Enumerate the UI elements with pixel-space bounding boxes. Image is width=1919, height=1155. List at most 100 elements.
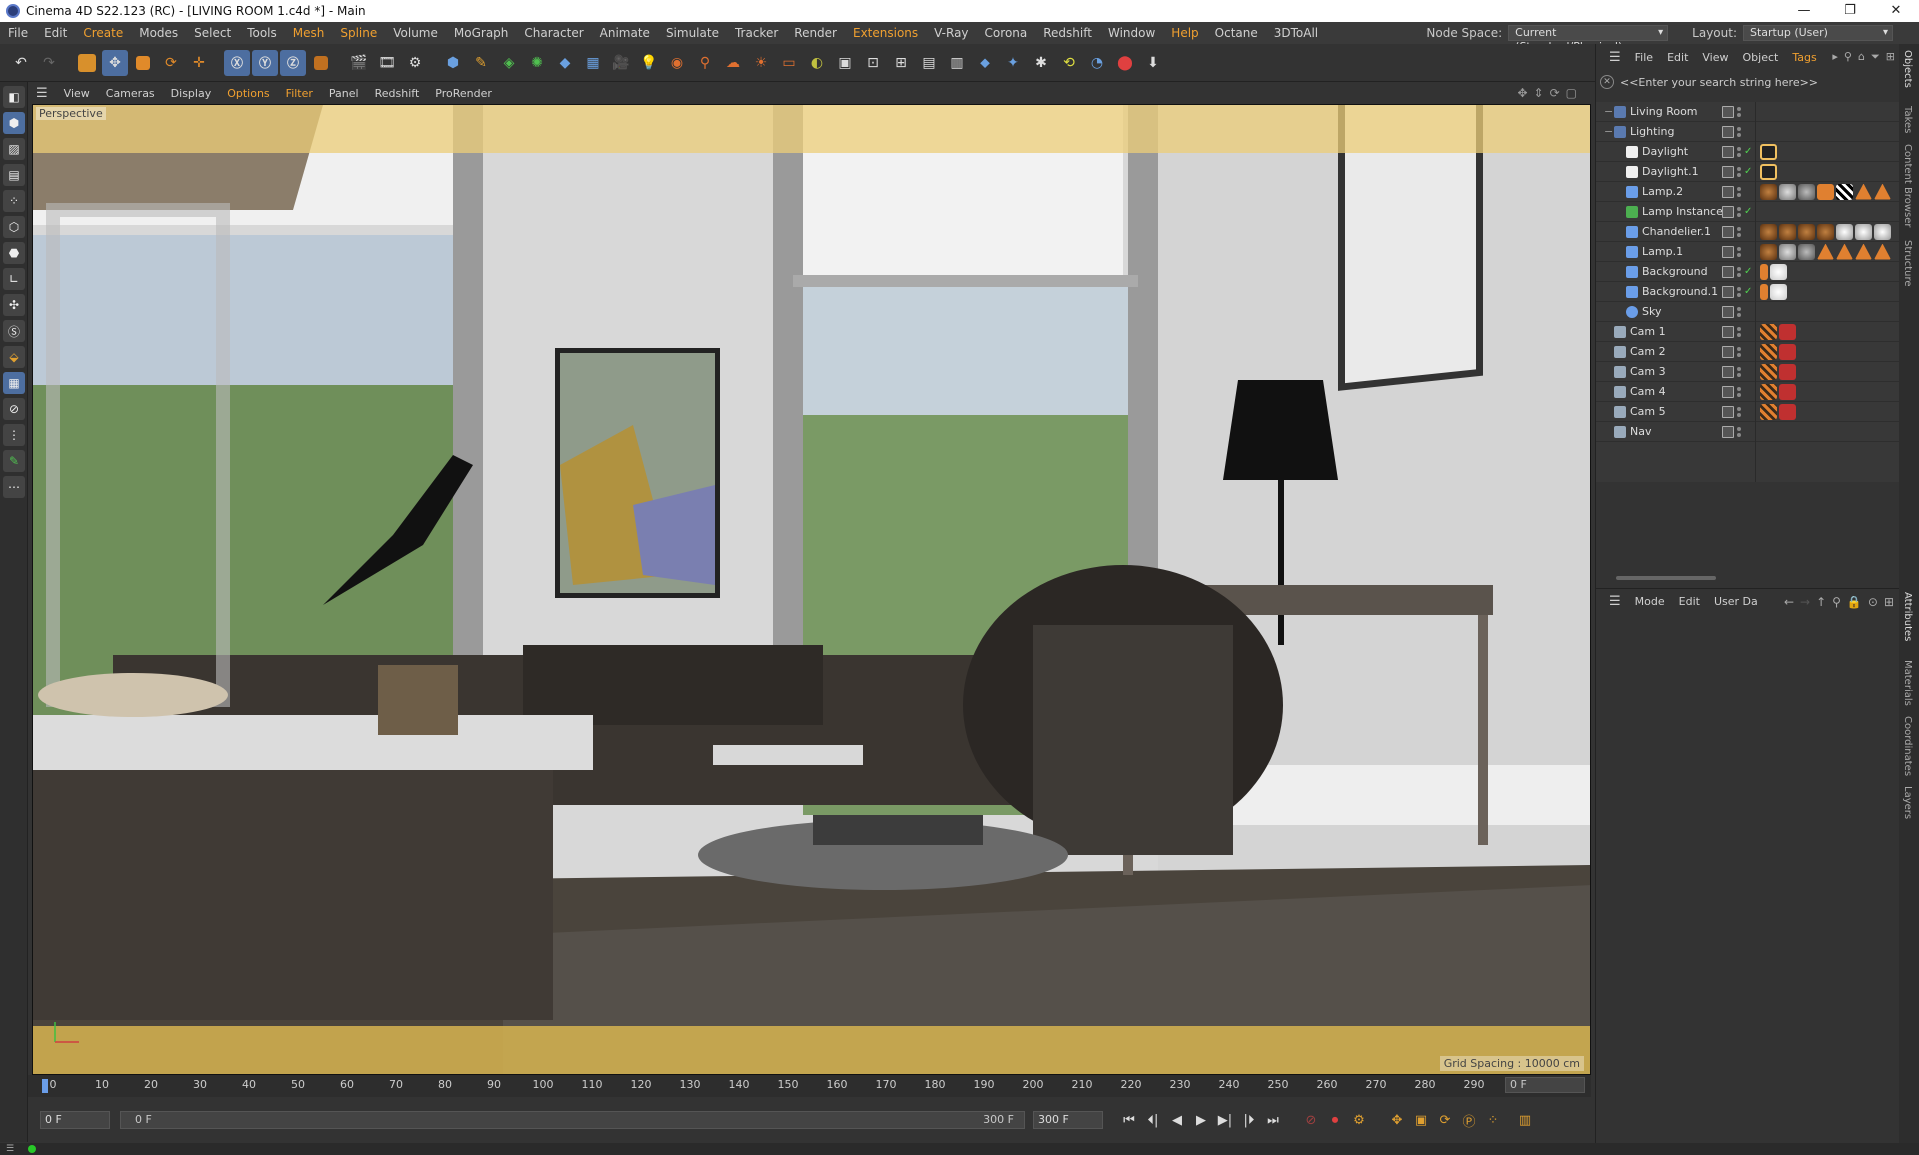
timeline-ruler[interactable]: 0 10 20 30 40 50 60 70 80 90 100 110 120… xyxy=(28,1075,1591,1097)
checker-tag-icon[interactable] xyxy=(1836,183,1853,200)
light-tag-icon[interactable] xyxy=(1760,143,1777,160)
object-name[interactable]: Background.1 xyxy=(1642,285,1718,298)
menu-animate[interactable]: Animate xyxy=(592,26,658,40)
model-mode-icon[interactable]: ⬢ xyxy=(3,112,25,134)
scale-tool-icon[interactable] xyxy=(130,50,156,76)
material-tag-icon[interactable] xyxy=(1770,283,1787,300)
menu-mograph[interactable]: MoGraph xyxy=(446,26,517,40)
object-row-nav[interactable]: Nav xyxy=(1596,422,1900,442)
object-name[interactable]: Living Room xyxy=(1630,105,1698,118)
forward-arrow-icon[interactable]: → xyxy=(1800,595,1810,609)
expander-icon[interactable]: − xyxy=(1604,105,1613,118)
locked-workplane-icon[interactable]: ▦ xyxy=(3,372,25,394)
material-tag-icon[interactable] xyxy=(1836,223,1853,240)
edit-toggle-icon[interactable] xyxy=(1722,165,1734,178)
object-row-lamp-2[interactable]: Lamp.2 xyxy=(1596,182,1900,202)
object-row-lighting[interactable]: − Lighting xyxy=(1596,122,1900,142)
edit-toggle-icon[interactable] xyxy=(1722,125,1734,138)
column-divider[interactable] xyxy=(1755,102,1756,482)
misc-tool-icon[interactable]: ⋯ xyxy=(3,476,25,498)
menu-create[interactable]: Create xyxy=(75,26,131,40)
next-key-icon[interactable]: |⏵ xyxy=(1237,1108,1261,1132)
quantize-icon[interactable]: ⋮ xyxy=(3,424,25,446)
camera-tag-icon[interactable] xyxy=(1779,383,1796,400)
cone-tag-icon[interactable] xyxy=(1836,243,1853,260)
gauge-icon[interactable]: ◔ xyxy=(1084,50,1110,76)
vp-menu-panel[interactable]: Panel xyxy=(321,87,367,100)
edit-toggle-icon[interactable] xyxy=(1722,425,1734,438)
protection-tag-icon[interactable] xyxy=(1760,403,1777,420)
visibility-dots-icon[interactable] xyxy=(1737,346,1741,358)
camera-tag-icon[interactable] xyxy=(1779,403,1796,420)
visibility-dots-icon[interactable] xyxy=(1737,326,1741,338)
menu-file[interactable]: File xyxy=(0,26,36,40)
redo-icon[interactable]: ↷ xyxy=(36,50,62,76)
object-row-lamp-instance[interactable]: Lamp Instance ✓ xyxy=(1596,202,1900,222)
visibility-dots-icon[interactable] xyxy=(1737,166,1741,178)
material-tag-icon[interactable] xyxy=(1760,243,1777,260)
cone-tag-icon[interactable] xyxy=(1874,183,1891,200)
visibility-dots-icon[interactable] xyxy=(1737,106,1741,118)
plugin-c-icon[interactable]: ✱ xyxy=(1028,50,1054,76)
deformer-icon[interactable]: ◆ xyxy=(552,50,578,76)
viewport-menu-icon[interactable]: ☰ xyxy=(28,86,56,101)
material-tag-icon[interactable] xyxy=(1779,183,1796,200)
tab-structure[interactable]: Structure xyxy=(1902,240,1913,287)
vp-menu-display[interactable]: Display xyxy=(163,87,220,100)
object-name[interactable]: Daylight xyxy=(1642,145,1688,158)
menu-tracker[interactable]: Tracker xyxy=(727,26,786,40)
object-name[interactable]: Lamp.1 xyxy=(1642,245,1683,258)
cone-tag-icon[interactable] xyxy=(1874,243,1891,260)
snap-icon[interactable]: ⬙ xyxy=(3,346,25,368)
texture-tag-icon[interactable] xyxy=(1817,183,1834,200)
compositing-tag-icon[interactable] xyxy=(1760,263,1768,280)
previous-frame-icon[interactable]: ◀ xyxy=(1165,1108,1189,1132)
menu-volume[interactable]: Volume xyxy=(385,26,446,40)
download-icon[interactable]: ⬇ xyxy=(1140,50,1166,76)
object-row-daylight-1[interactable]: Daylight.1 ✓ xyxy=(1596,162,1900,182)
floor-icon[interactable]: ▦ xyxy=(580,50,606,76)
subdivision-icon[interactable]: ◈ xyxy=(496,50,522,76)
edit-toggle-icon[interactable] xyxy=(1722,225,1734,238)
object-row-cam-4[interactable]: Cam 4 xyxy=(1596,382,1900,402)
material-tag-icon[interactable] xyxy=(1760,183,1777,200)
record-keys-icon[interactable]: ⊘ xyxy=(1299,1108,1323,1132)
material-tag-icon[interactable] xyxy=(1798,223,1815,240)
menu-modes[interactable]: Modes xyxy=(131,26,186,40)
object-row-living-room[interactable]: − Living Room xyxy=(1596,102,1900,122)
redshift-sun-icon[interactable]: ☀ xyxy=(748,50,774,76)
octane-settings-icon[interactable]: ▤ xyxy=(916,50,942,76)
object-name[interactable]: Cam 3 xyxy=(1630,365,1666,378)
edit-toggle-icon[interactable] xyxy=(1722,345,1734,358)
scrollbar-thumb[interactable] xyxy=(1616,576,1716,580)
material-tag-icon[interactable] xyxy=(1779,223,1796,240)
tab-coordinates[interactable]: Coordinates xyxy=(1902,716,1913,776)
ipr-icon[interactable]: ⊡ xyxy=(860,50,886,76)
material-icon[interactable]: ◐ xyxy=(804,50,830,76)
object-row-daylight[interactable]: Daylight ✓ xyxy=(1596,142,1900,162)
object-name[interactable]: Background xyxy=(1642,265,1708,278)
object-row-lamp-1[interactable]: Lamp.1 xyxy=(1596,242,1900,262)
enabled-check-icon[interactable]: ✓ xyxy=(1744,266,1752,277)
menu-redshift[interactable]: Redshift xyxy=(1035,26,1100,40)
menu-mesh[interactable]: Mesh xyxy=(285,26,333,40)
enabled-check-icon[interactable]: ✓ xyxy=(1744,206,1752,217)
edit-toggle-icon[interactable] xyxy=(1722,185,1734,198)
om-menu-edit[interactable]: Edit xyxy=(1660,51,1695,64)
camera-tag-icon[interactable] xyxy=(1779,323,1796,340)
texture-mode-icon[interactable]: ▨ xyxy=(3,138,25,160)
visibility-dots-icon[interactable] xyxy=(1737,206,1741,218)
visibility-dots-icon[interactable] xyxy=(1737,226,1741,238)
light-icon[interactable]: 💡 xyxy=(636,50,662,76)
redshift-environment-icon[interactable]: ☁ xyxy=(720,50,746,76)
paint-icon[interactable]: ✎ xyxy=(3,450,25,472)
up-arrow-icon[interactable]: ↑ xyxy=(1816,595,1826,609)
start-frame-field[interactable]: 0 F xyxy=(40,1111,110,1129)
new-attributes-icon[interactable]: ⊞ xyxy=(1884,595,1894,609)
play-icon[interactable]: ▶ xyxy=(1189,1108,1213,1132)
protection-tag-icon[interactable] xyxy=(1760,363,1777,380)
menu-extensions[interactable]: Extensions xyxy=(845,26,926,40)
compositing-tag-icon[interactable] xyxy=(1760,283,1768,300)
enabled-check-icon[interactable]: ✓ xyxy=(1744,286,1752,297)
menu-3dtoall[interactable]: 3DToAll xyxy=(1266,26,1326,40)
